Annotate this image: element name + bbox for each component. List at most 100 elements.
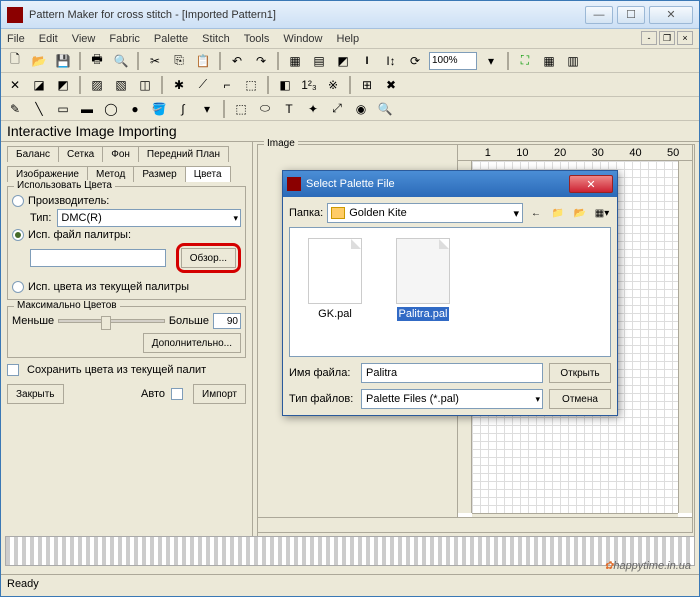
menu-stitch[interactable]: Stitch — [202, 33, 230, 45]
views-icon[interactable]: ▦▾ — [593, 204, 611, 222]
menu-palette[interactable]: Palette — [154, 33, 188, 45]
file-item[interactable]: GK.pal — [300, 238, 370, 346]
tool-icon[interactable]: ◉ — [351, 99, 371, 119]
menu-file[interactable]: File — [7, 33, 25, 45]
tool-icon[interactable]: ▧ — [111, 75, 131, 95]
tab-grid[interactable]: Сетка — [58, 146, 103, 162]
up-icon[interactable]: 📁 — [549, 204, 567, 222]
menu-view[interactable]: View — [72, 33, 96, 45]
filename-input[interactable]: Palitra — [361, 363, 543, 383]
grid-icon[interactable]: ⊞ — [357, 75, 377, 95]
refresh-icon[interactable]: ⟳ — [405, 51, 425, 71]
menu-fabric[interactable]: Fabric — [109, 33, 140, 45]
folder-combo[interactable]: Golden Kite ▾ — [327, 203, 523, 223]
menu-tools[interactable]: Tools — [244, 33, 270, 45]
cut-icon[interactable]: ✂ — [145, 51, 165, 71]
mdi-restore[interactable]: ❐ — [659, 31, 675, 45]
menu-window[interactable]: Window — [283, 33, 322, 45]
eyedrop-icon[interactable]: ⤢ — [327, 99, 347, 119]
tool-icon[interactable]: ⌐ — [217, 75, 237, 95]
cancel-button[interactable]: Отмена — [549, 389, 611, 409]
redo-icon[interactable]: ↷ — [251, 51, 271, 71]
close-panel-button[interactable]: Закрыть — [7, 384, 64, 404]
type-combo[interactable]: DMC(R) — [57, 209, 241, 227]
zoom-dropdown-icon[interactable]: ▾ — [481, 51, 501, 71]
color-icon[interactable]: ◧ — [275, 75, 295, 95]
max-colors-input[interactable] — [213, 313, 241, 329]
line-icon[interactable]: ╲ — [29, 99, 49, 119]
file-list[interactable]: GK.pal Palitra.pal — [289, 227, 611, 357]
new-icon[interactable]: 🗋 — [5, 51, 25, 71]
select-icon[interactable]: ⬚ — [231, 99, 251, 119]
pencil-icon[interactable]: ✎ — [5, 99, 25, 119]
save-colors-checkbox[interactable] — [7, 364, 19, 376]
palette-strip[interactable] — [5, 536, 695, 566]
tool-icon[interactable]: ▨ — [87, 75, 107, 95]
auto-checkbox[interactable] — [171, 388, 183, 400]
print-icon[interactable]: 🖶 — [87, 51, 107, 71]
wand-icon[interactable]: ✦ — [303, 99, 323, 119]
expand-icon[interactable]: ⛶ — [515, 51, 535, 71]
mdi-close[interactable]: × — [677, 31, 693, 45]
tool-icon[interactable]: ▥ — [563, 51, 583, 71]
zoom-combo[interactable]: 100% — [429, 52, 477, 70]
maximize-button[interactable]: ☐ — [617, 6, 645, 24]
tool-icon[interactable]: ◫ — [135, 75, 155, 95]
additional-button[interactable]: Дополнительно... — [143, 333, 241, 353]
main-hscrollbar[interactable] — [257, 517, 693, 533]
tool-icon[interactable]: ✖ — [381, 75, 401, 95]
tool-icon[interactable]: ◩ — [333, 51, 353, 71]
fillellipse-icon[interactable]: ● — [125, 99, 145, 119]
minimize-button[interactable]: — — [585, 6, 613, 24]
back-icon[interactable]: ← — [527, 204, 545, 222]
tool-icon[interactable]: ⟋ — [193, 75, 213, 95]
curve-icon[interactable]: ∫ — [173, 99, 193, 119]
tool-icon[interactable]: ◩ — [53, 75, 73, 95]
bold-icon[interactable]: I — [357, 51, 377, 71]
undo-icon[interactable]: ↶ — [227, 51, 247, 71]
tab-foreground[interactable]: Передний План — [138, 146, 229, 162]
tab-size[interactable]: Размер — [133, 166, 185, 182]
preview-icon[interactable]: 🔍 — [111, 51, 131, 71]
newfolder-icon[interactable]: 📂 — [571, 204, 589, 222]
paste-icon[interactable]: 📋 — [193, 51, 213, 71]
tab-colors[interactable]: Цвета — [185, 166, 231, 182]
open-button[interactable]: Открыть — [549, 363, 611, 383]
ellipse-icon[interactable]: ◯ — [101, 99, 121, 119]
copy-icon[interactable]: ⎘ — [169, 51, 189, 71]
cross-icon[interactable]: ✕ — [5, 75, 25, 95]
import-button[interactable]: Импорт — [193, 384, 246, 404]
dropdown-icon[interactable]: ▾ — [197, 99, 217, 119]
vscrollbar[interactable] — [678, 161, 692, 513]
tool-icon[interactable]: ▦ — [285, 51, 305, 71]
fill-icon[interactable]: 🪣 — [149, 99, 169, 119]
color-slider[interactable] — [58, 319, 165, 323]
tool-icon[interactable]: ✱ — [169, 75, 189, 95]
save-icon[interactable]: 💾 — [53, 51, 73, 71]
mdi-minimize[interactable]: - — [641, 31, 657, 45]
browse-button[interactable]: Обзор... — [181, 248, 236, 268]
filetype-combo[interactable]: Palette Files (*.pal) — [361, 389, 543, 409]
tool-icon[interactable]: I↕ — [381, 51, 401, 71]
fillrect-icon[interactable]: ▬ — [77, 99, 97, 119]
tab-background[interactable]: Фон — [102, 146, 139, 162]
lasso-icon[interactable]: ⬭ — [255, 99, 275, 119]
tool-icon[interactable]: ▦ — [539, 51, 559, 71]
zoom-icon[interactable]: 🔍 — [375, 99, 395, 119]
numbers-icon[interactable]: 1²₃ — [299, 75, 319, 95]
close-button[interactable]: ✕ — [649, 6, 693, 24]
open-icon[interactable]: 📂 — [29, 51, 49, 71]
text-icon[interactable]: T — [279, 99, 299, 119]
dialog-close-button[interactable]: ✕ — [569, 175, 613, 193]
radio-current-palette[interactable] — [12, 281, 24, 293]
rect-icon[interactable]: ▭ — [53, 99, 73, 119]
palette-path-input[interactable] — [30, 249, 166, 267]
radio-manufacturer[interactable] — [12, 195, 24, 207]
tool-icon[interactable]: ◪ — [29, 75, 49, 95]
file-item[interactable]: Palitra.pal — [388, 238, 458, 346]
tool-icon[interactable]: ※ — [323, 75, 343, 95]
radio-palette-file[interactable] — [12, 229, 24, 241]
tool-icon[interactable]: ⬚ — [241, 75, 261, 95]
tool-icon[interactable]: ▤ — [309, 51, 329, 71]
tab-balance[interactable]: Баланс — [7, 146, 59, 162]
